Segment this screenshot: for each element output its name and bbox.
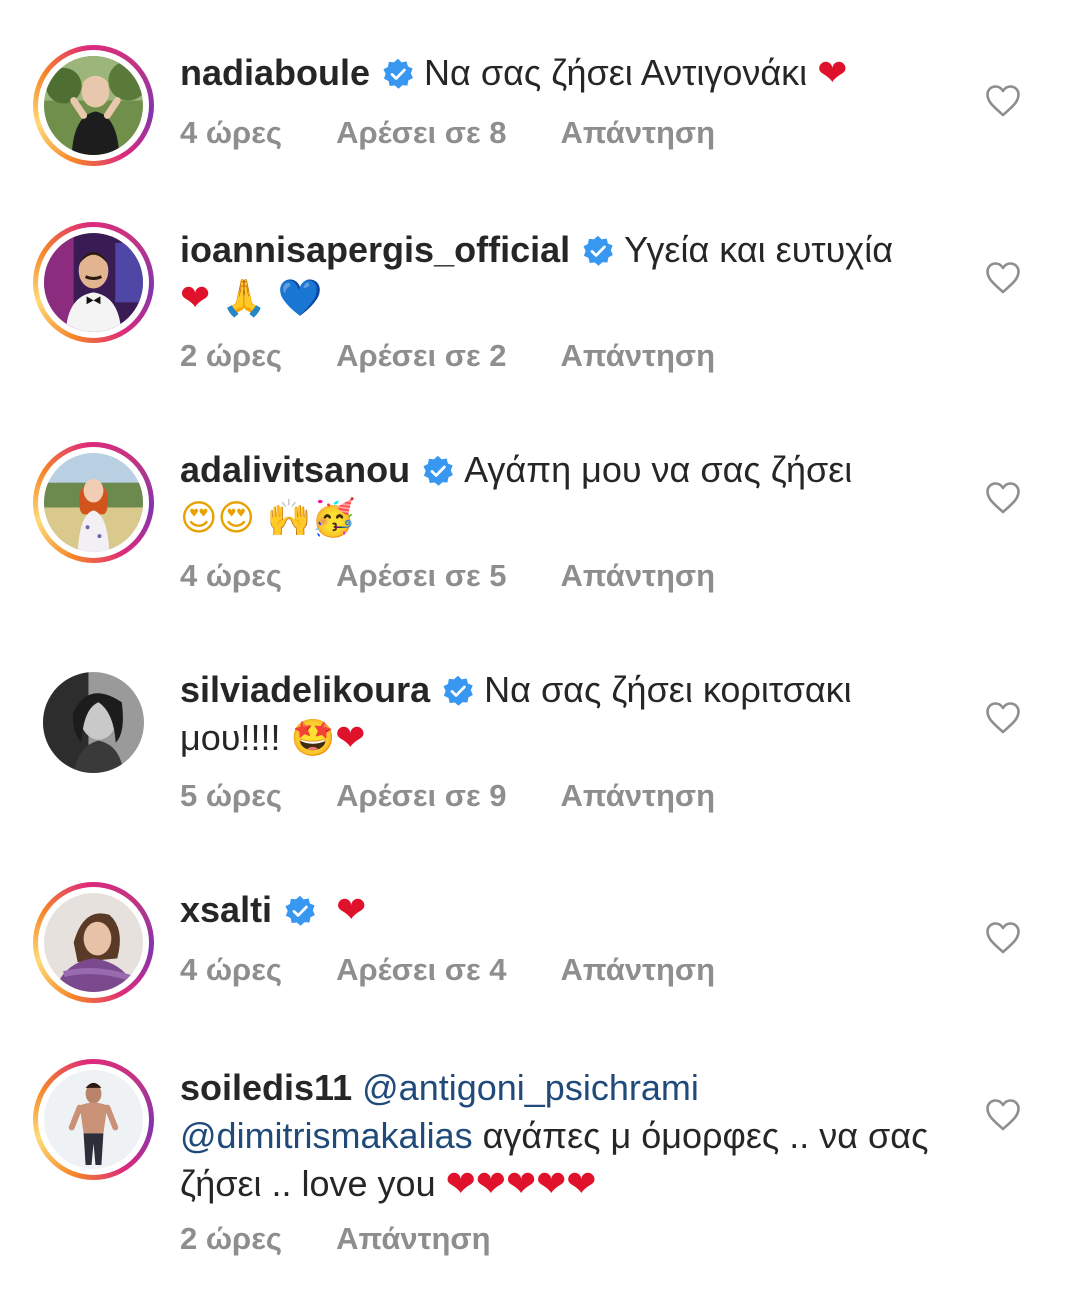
comment-meta: 4 ώρες Αρέσει σε 4 Απάντηση <box>180 952 769 988</box>
avatar[interactable] <box>33 662 154 783</box>
reply-button[interactable]: Απάντηση <box>336 1221 490 1256</box>
reply-button[interactable]: Απάντηση <box>561 115 715 150</box>
reply-button[interactable]: Απάντηση <box>561 778 715 813</box>
avatar[interactable] <box>33 45 154 166</box>
comment-body: ioannisapergis_official Υγεία και ευτυχία… <box>180 226 950 323</box>
comment-meta: 4 ώρες Αρέσει σε 5 Απάντηση <box>180 558 769 594</box>
man-shirtless-photo-icon <box>44 1070 143 1169</box>
username[interactable]: adalivitsanou <box>180 449 410 490</box>
avatar[interactable] <box>33 882 154 1003</box>
comment-emojis: ❤ <box>817 53 848 94</box>
man-bowtie-photo-icon <box>44 233 143 332</box>
likes-count-link[interactable]: Αρέσει σε 2 <box>336 338 506 373</box>
comment-text: Να σας ζήσει Αντιγονάκι <box>424 52 808 93</box>
comment-time: 4 ώρες <box>180 115 283 150</box>
likes-count-link[interactable]: Αρέσει σε 9 <box>336 778 506 813</box>
comment-text: Υγεία και ευτυχία <box>624 229 893 270</box>
comment-emojis: ❤ <box>336 890 367 931</box>
comment-meta: 4 ώρες Αρέσει σε 8 Απάντηση <box>180 115 769 151</box>
comment-body: nadiaboule Να σας ζήσει Αντιγονάκι ❤ <box>180 49 950 98</box>
comment-emojis: 😍😍 🙌🥳 <box>180 498 357 539</box>
comment-meta: 5 ώρες Αρέσει σε 9 Απάντηση <box>180 778 769 814</box>
avatar[interactable] <box>33 222 154 343</box>
like-heart-icon[interactable] <box>985 921 1021 955</box>
verified-badge-icon <box>422 455 454 487</box>
username[interactable]: soiledis11 <box>180 1067 352 1108</box>
like-heart-icon[interactable] <box>985 1098 1021 1132</box>
avatar[interactable] <box>33 1059 154 1180</box>
comment-body: soiledis11 @antigoni_psichrami @dimitrism… <box>180 1064 950 1209</box>
comment-emojis: ❤ 🙏 💙 <box>180 278 323 319</box>
comment-text: Αγάπη μου να σας ζήσει <box>464 449 853 490</box>
comment-meta: 2 ώρες Αρέσει σε 2 Απάντηση <box>180 338 769 374</box>
comment-meta: 2 ώρες Απάντηση <box>180 1221 545 1257</box>
like-heart-icon[interactable] <box>985 481 1021 515</box>
comment-time: 4 ώρες <box>180 952 283 987</box>
likes-count-link[interactable]: Αρέσει σε 8 <box>336 115 506 150</box>
comment-body: adalivitsanou Αγάπη μου να σας ζήσει 😍😍 🙌🥳 <box>180 446 950 543</box>
likes-count-link[interactable]: Αρέσει σε 5 <box>336 558 506 593</box>
reply-button[interactable]: Απάντηση <box>561 558 715 593</box>
comment-emojis: ❤❤❤❤❤ <box>445 1164 597 1205</box>
comment-time: 4 ώρες <box>180 558 283 593</box>
comment-body: silviadelikoura Να σας ζήσει κοριτσακι μο… <box>180 666 950 763</box>
comment-time: 2 ώρες <box>180 1221 283 1256</box>
username[interactable]: silviadelikoura <box>180 669 430 710</box>
verified-badge-icon <box>284 895 316 927</box>
woman-portrait-photo-icon <box>44 893 143 992</box>
verified-badge-icon <box>582 235 614 267</box>
username[interactable]: xsalti <box>180 889 272 930</box>
avatar[interactable] <box>33 442 154 563</box>
like-heart-icon[interactable] <box>985 84 1021 118</box>
comment-time: 5 ώρες <box>180 778 283 813</box>
woman-outdoors-photo-icon <box>44 56 143 155</box>
woman-bw-photo-icon <box>43 672 144 773</box>
comment-body: xsalti ❤ <box>180 886 950 935</box>
like-heart-icon[interactable] <box>985 701 1021 735</box>
mention-link[interactable]: @dimitrismakalias <box>180 1115 473 1156</box>
verified-badge-icon <box>442 675 474 707</box>
username[interactable]: nadiaboule <box>180 52 370 93</box>
comment-time: 2 ώρες <box>180 338 283 373</box>
reply-button[interactable]: Απάντηση <box>561 338 715 373</box>
username[interactable]: ioannisapergis_official <box>180 229 570 270</box>
like-heart-icon[interactable] <box>985 261 1021 295</box>
verified-badge-icon <box>382 58 414 90</box>
comment-emojis: 🤩❤ <box>290 718 366 759</box>
mention-link[interactable]: @antigoni_psichrami <box>362 1067 699 1108</box>
likes-count-link[interactable]: Αρέσει σε 4 <box>336 952 506 987</box>
woman-field-photo-icon <box>44 453 143 552</box>
reply-button[interactable]: Απάντηση <box>561 952 715 987</box>
